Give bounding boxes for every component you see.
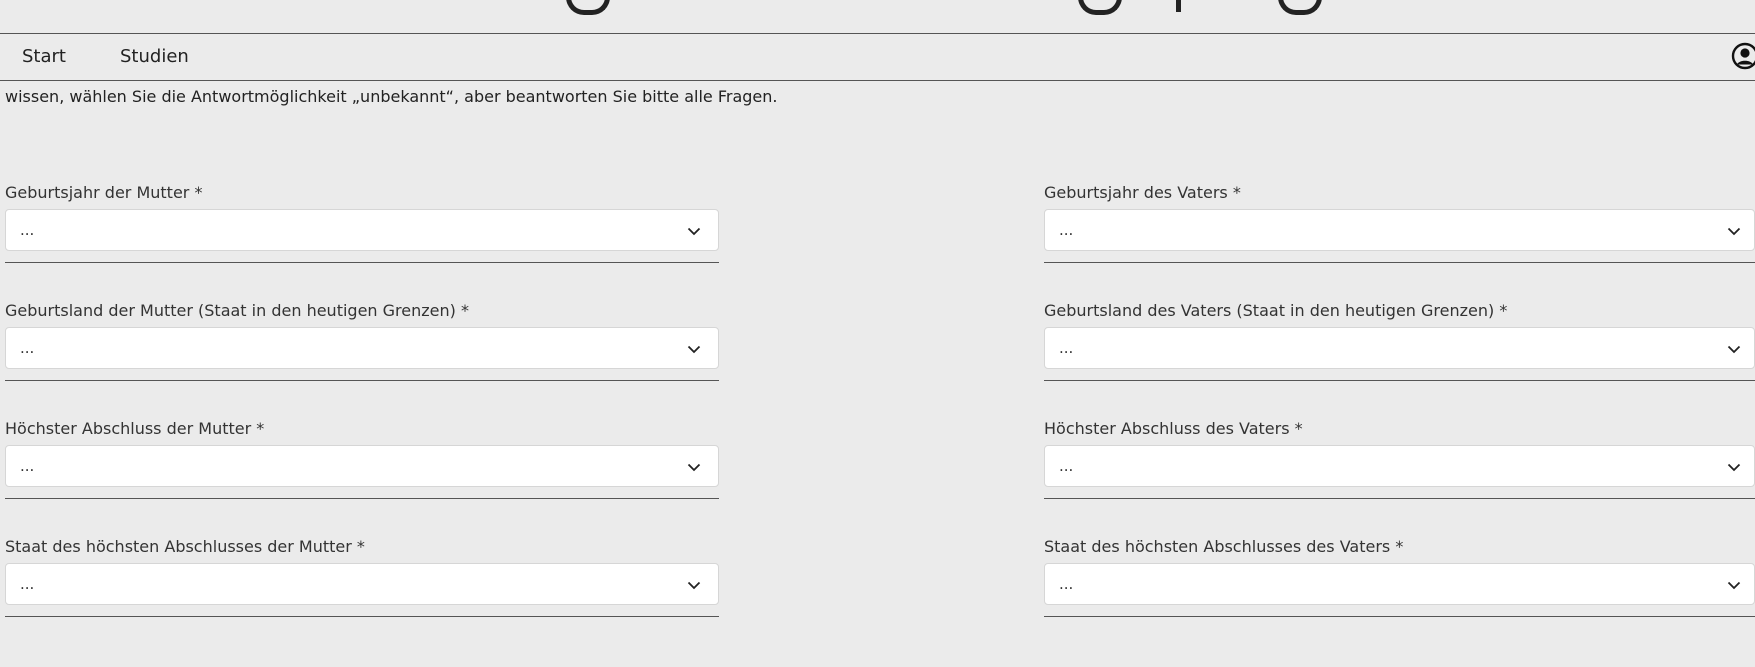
- field-label: Höchster Abschluss der Mutter *: [5, 419, 265, 438]
- field-mother-highest-degree: Höchster Abschluss der Mutter * ...: [5, 419, 719, 503]
- chevron-down-icon: [687, 581, 701, 590]
- heading-glyph: [1278, 0, 1322, 15]
- field-underline: [1044, 262, 1755, 263]
- select-value: ...: [1059, 575, 1074, 593]
- field-father-birth-year: Geburtsjahr des Vaters * ...: [1044, 183, 1755, 267]
- field-father-birth-country: Geburtsland des Vaters (Staat in den heu…: [1044, 301, 1755, 385]
- field-label: Geburtsland der Mutter (Staat in den heu…: [5, 301, 469, 320]
- select-value: ...: [20, 339, 35, 357]
- father-highest-degree-select[interactable]: ...: [1044, 445, 1755, 487]
- top-navbar: Start Studien: [0, 34, 1755, 81]
- heading-glyph: [566, 0, 610, 15]
- heading-glyph: [1176, 0, 1181, 12]
- field-underline: [5, 262, 719, 263]
- field-label: Staat des höchsten Abschlusses der Mutte…: [5, 537, 365, 556]
- select-value: ...: [1059, 457, 1074, 475]
- chevron-down-icon: [1727, 463, 1741, 472]
- nav-item-studien[interactable]: Studien: [120, 46, 189, 67]
- field-underline: [1044, 498, 1755, 499]
- father-degree-country-select[interactable]: ...: [1044, 563, 1755, 605]
- field-underline: [5, 498, 719, 499]
- mother-birth-year-select[interactable]: ...: [5, 209, 719, 251]
- field-mother-birth-country: Geburtsland der Mutter (Staat in den heu…: [5, 301, 719, 385]
- field-underline: [5, 380, 719, 381]
- select-value: ...: [20, 221, 35, 239]
- select-value: ...: [1059, 339, 1074, 357]
- field-underline: [1044, 380, 1755, 381]
- chevron-down-icon: [687, 463, 701, 472]
- field-mother-birth-year: Geburtsjahr der Mutter * ...: [5, 183, 719, 267]
- chevron-down-icon: [687, 227, 701, 236]
- intro-instructions: wissen, wählen Sie die Antwortmöglichkei…: [5, 87, 778, 106]
- mother-birth-country-select[interactable]: ...: [5, 327, 719, 369]
- field-label: Staat des höchsten Abschlusses des Vater…: [1044, 537, 1404, 556]
- field-father-highest-degree: Höchster Abschluss des Vaters * ...: [1044, 419, 1755, 503]
- chevron-down-icon: [687, 345, 701, 354]
- chevron-down-icon: [1727, 227, 1741, 236]
- field-label: Geburtsjahr der Mutter *: [5, 183, 203, 202]
- select-value: ...: [20, 575, 35, 593]
- father-birth-year-select[interactable]: ...: [1044, 209, 1755, 251]
- field-father-degree-country: Staat des höchsten Abschlusses des Vater…: [1044, 537, 1755, 621]
- mother-highest-degree-select[interactable]: ...: [5, 445, 719, 487]
- field-mother-degree-country: Staat des höchsten Abschlusses der Mutte…: [5, 537, 719, 621]
- page-heading-cropped: [0, 0, 1755, 34]
- heading-glyph: [1078, 0, 1122, 15]
- field-label: Geburtsland des Vaters (Staat in den heu…: [1044, 301, 1508, 320]
- select-value: ...: [20, 457, 35, 475]
- select-value: ...: [1059, 221, 1074, 239]
- nav-item-start[interactable]: Start: [22, 46, 66, 67]
- field-label: Geburtsjahr des Vaters *: [1044, 183, 1241, 202]
- chevron-down-icon: [1727, 345, 1741, 354]
- field-underline: [5, 616, 719, 617]
- mother-degree-country-select[interactable]: ...: [5, 563, 719, 605]
- field-underline: [1044, 616, 1755, 617]
- chevron-down-icon: [1727, 581, 1741, 590]
- father-birth-country-select[interactable]: ...: [1044, 327, 1755, 369]
- user-circle-icon[interactable]: [1731, 42, 1755, 70]
- field-label: Höchster Abschluss des Vaters *: [1044, 419, 1303, 438]
